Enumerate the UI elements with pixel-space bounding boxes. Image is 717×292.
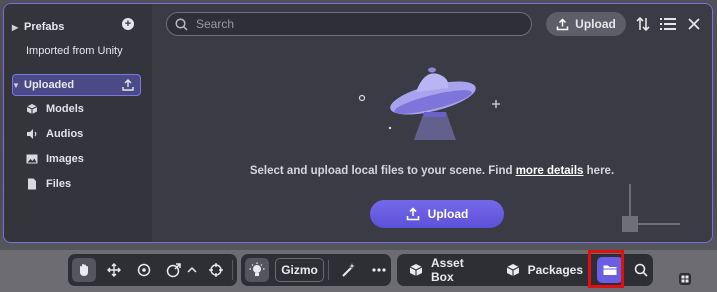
more-details-link[interactable]: more details <box>516 165 584 177</box>
box-icon <box>409 264 423 276</box>
crosshair-icon <box>209 263 223 277</box>
packages-button[interactable]: Packages <box>502 258 587 282</box>
more-dots-icon <box>372 268 386 272</box>
package-icon <box>506 264 519 276</box>
main-upload-label: Upload <box>427 207 469 221</box>
sidebar-item-prefabs[interactable]: ▶ Prefabs <box>12 16 64 38</box>
caret-down-icon: ▼ <box>12 80 20 90</box>
gizmo-label: Gizmo <box>281 263 318 277</box>
speaker-icon <box>27 129 37 139</box>
ufo-illustration-icon <box>358 67 500 140</box>
sidebar-imported-label: Imported from Unity <box>26 45 123 57</box>
pivot-tool-button[interactable] <box>204 258 228 282</box>
upload-icon <box>556 17 569 30</box>
lighting-toggle-button[interactable] <box>245 258 269 282</box>
upload-small-icon[interactable] <box>122 79 134 91</box>
add-prefab-icon[interactable]: + <box>122 18 134 30</box>
sort-icon <box>636 16 650 32</box>
toolbar-divider <box>328 260 329 280</box>
rotate-icon <box>137 263 151 277</box>
move-arrows-icon <box>107 263 121 277</box>
upload-icon <box>406 207 419 221</box>
transform-more-button[interactable] <box>186 258 198 282</box>
search-icon <box>634 263 648 277</box>
sidebar-item-audios[interactable]: Audios <box>26 124 83 144</box>
close-icon <box>688 18 700 30</box>
sort-button[interactable] <box>633 14 653 34</box>
hand-tool-button[interactable] <box>72 258 96 282</box>
highlight-box <box>588 250 624 288</box>
asset-panel: ▶ Prefabs + Imported from Unity ▼ Upload… <box>3 3 713 243</box>
close-button[interactable] <box>684 14 704 34</box>
search-bar[interactable] <box>166 12 532 36</box>
view-toolbar: Gizmo <box>241 254 391 286</box>
search-input[interactable] <box>194 16 518 32</box>
packages-label: Packages <box>527 263 584 277</box>
grid-view-icon[interactable] <box>678 272 692 286</box>
search-toolbar-button[interactable] <box>629 258 653 282</box>
asset-box-button[interactable]: Asset Box <box>405 256 494 284</box>
sidebar-item-files[interactable]: Files <box>26 174 71 194</box>
cube-icon <box>26 104 38 114</box>
axis-gizmo-icon <box>622 184 680 232</box>
caret-right-icon: ▶ <box>12 22 19 32</box>
search-icon <box>175 17 188 31</box>
hand-icon <box>80 264 88 276</box>
sidebar-audios-label: Audios <box>46 128 84 140</box>
empty-state-text-before: Select and upload local files to your sc… <box>249 165 516 177</box>
sidebar-prefabs-label: Prefabs <box>24 21 65 33</box>
transform-toolbar <box>68 254 237 286</box>
image-icon <box>26 154 38 164</box>
sidebar-files-label: Files <box>46 178 72 190</box>
sidebar-uploaded-row[interactable]: ▼ Uploaded <box>12 74 74 96</box>
list-view-button[interactable] <box>658 14 678 34</box>
main-upload-button[interactable]: Upload <box>370 200 504 228</box>
sidebar-item-imported[interactable]: Imported from Unity <box>26 40 123 62</box>
asset-box-label: Asset Box <box>431 256 464 284</box>
move-tool-button[interactable] <box>102 258 126 282</box>
toolbar-divider <box>232 260 233 280</box>
rotate-tool-button[interactable] <box>132 258 156 282</box>
list-icon <box>660 18 676 30</box>
magic-wand-icon <box>342 263 355 277</box>
scale-tool-button[interactable] <box>162 258 186 282</box>
sidebar-item-models[interactable]: Models <box>26 99 84 119</box>
more-options-button[interactable] <box>367 258 391 282</box>
file-icon <box>28 178 36 190</box>
sidebar-images-label: Images <box>46 153 84 165</box>
sidebar-models-label: Models <box>46 103 84 115</box>
header-upload-label: Upload <box>575 17 616 31</box>
magic-wand-button[interactable] <box>337 258 361 282</box>
gizmo-toggle-button[interactable]: Gizmo <box>275 258 325 282</box>
header-upload-button[interactable]: Upload <box>546 12 626 36</box>
sidebar-uploaded-label: Uploaded <box>24 79 75 91</box>
chevron-up-icon <box>187 266 197 273</box>
scale-icon <box>166 263 181 278</box>
asset-sidebar: ▶ Prefabs + Imported from Unity ▼ Upload… <box>4 4 152 242</box>
lightbulb-icon <box>249 262 265 276</box>
sidebar-item-images[interactable]: Images <box>26 149 84 169</box>
